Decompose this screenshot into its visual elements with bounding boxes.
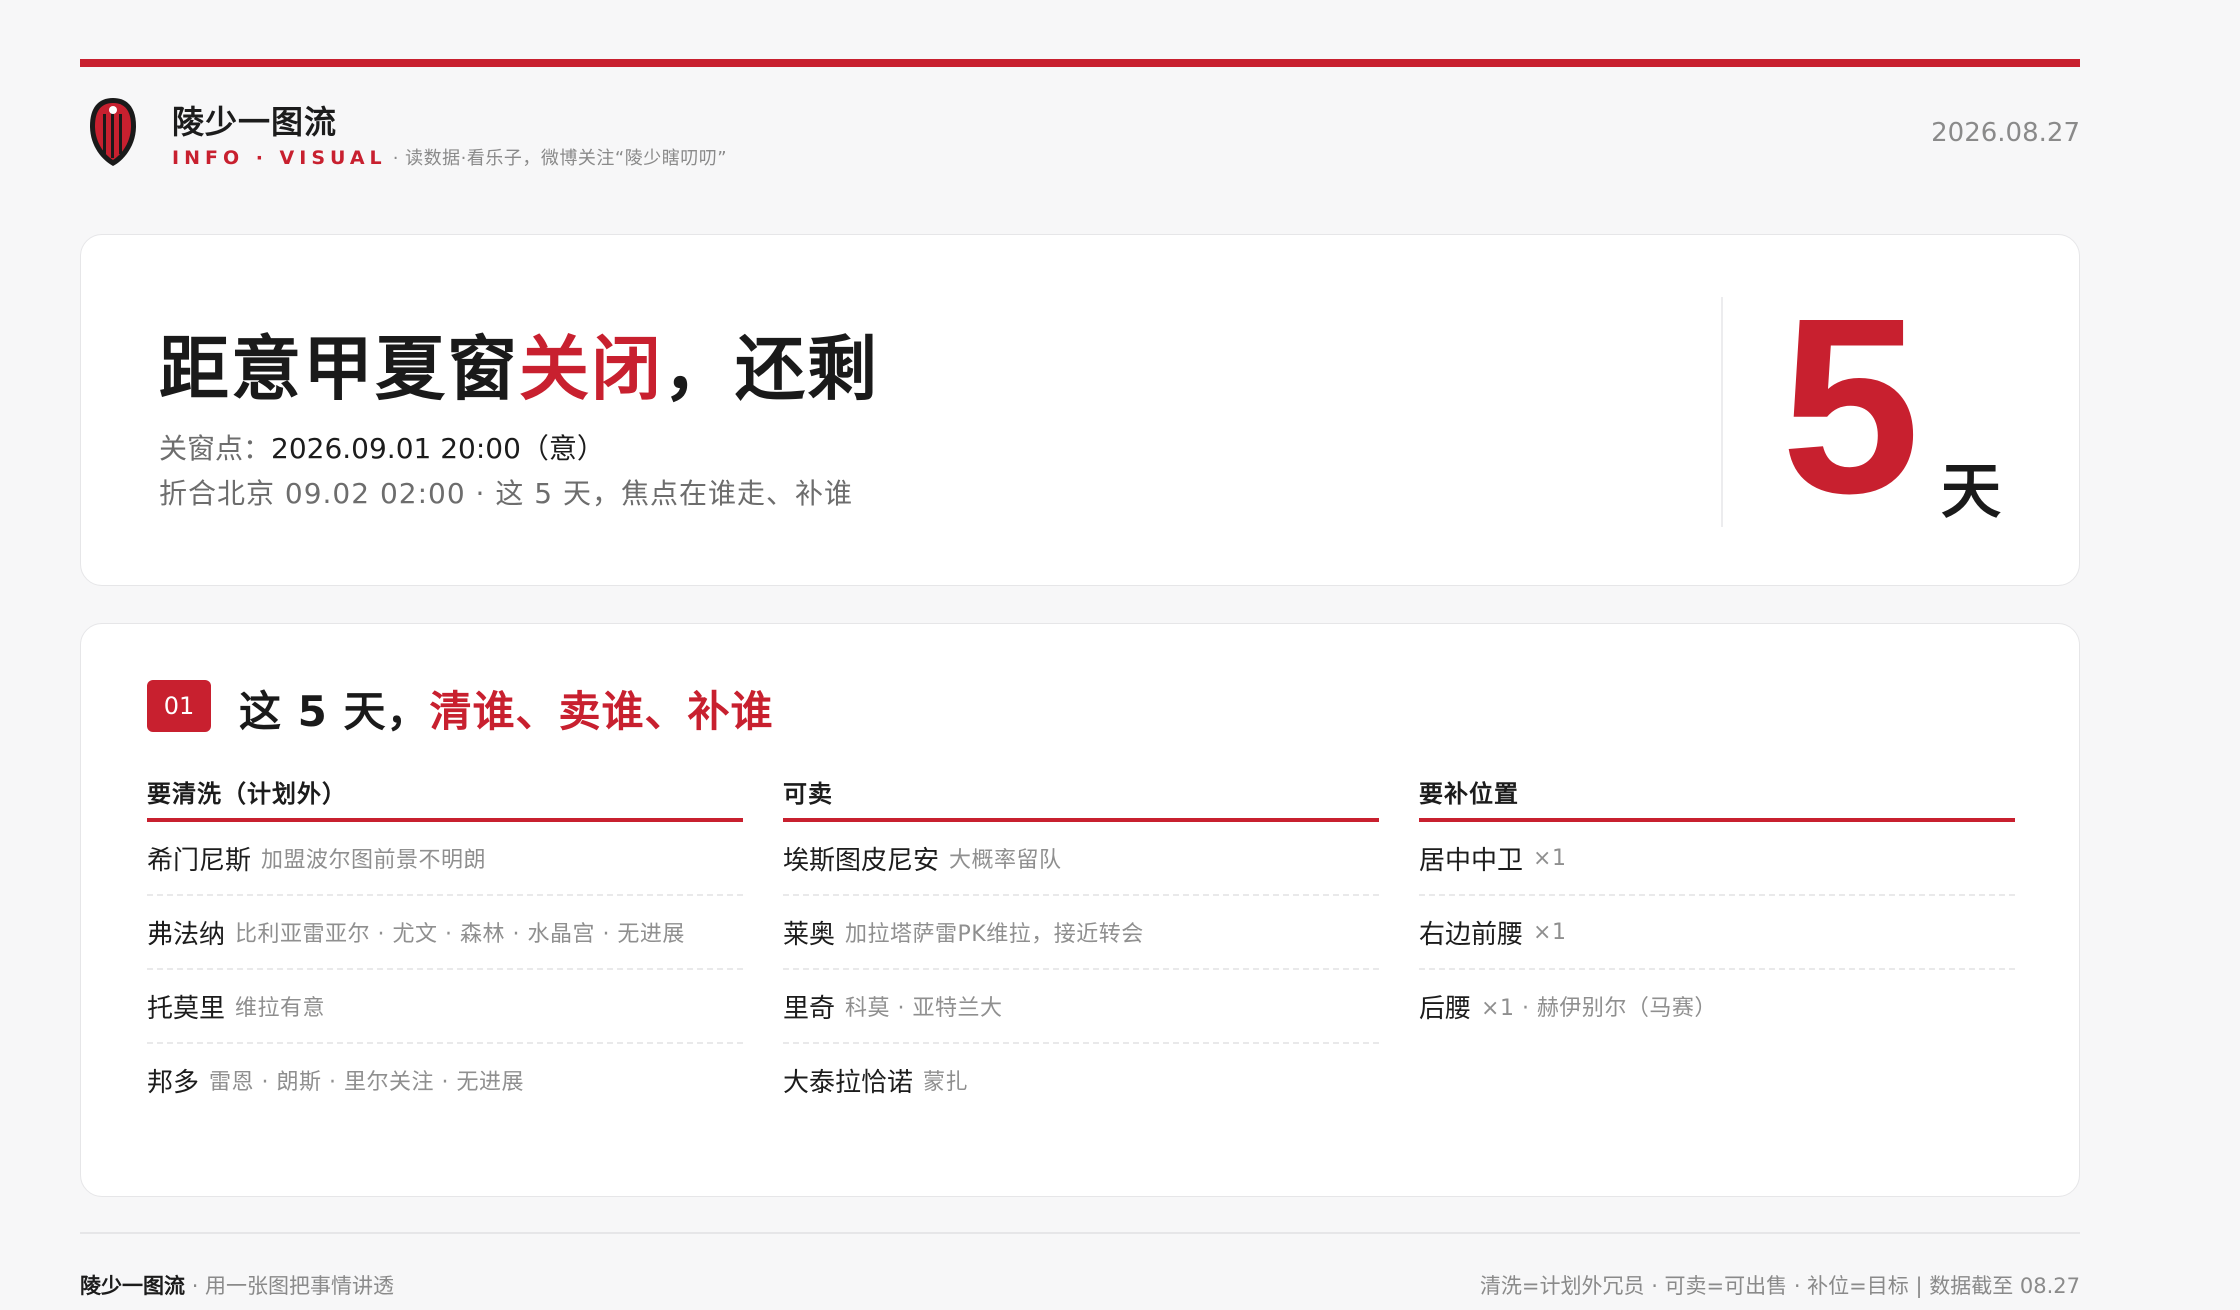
position-name: 后腰 <box>1419 993 1472 1024</box>
player-note: 科莫 · 亚特兰大 <box>845 996 1003 1021</box>
column-header: 要补位置 <box>1419 780 1519 808</box>
player-note: 比利亚雷亚尔 · 尤文 · 森林 · 水晶宫 · 无进展 <box>235 922 685 947</box>
section-title: 这 5 天，清谁、卖谁、补谁 <box>239 678 773 739</box>
list-item: 托莫里 维拉有意 <box>147 970 743 1044</box>
brand-description: · 读数据·看乐子，微博关注“陵少瞎叨叨” <box>392 148 728 169</box>
player-name: 弗法纳 <box>147 919 226 950</box>
section-title-prefix: 这 5 天， <box>239 687 430 736</box>
list-item: 希门尼斯 加盟波尔图前景不明朗 <box>147 822 743 896</box>
list-item: 居中中卫 ×1 <box>1419 822 2015 896</box>
position-name: 右边前腰 <box>1419 919 1524 950</box>
days-remaining-number: 5 <box>1781 266 1921 545</box>
close-time-line: 关窗点：2026.09.01 20:00（意） <box>159 427 605 467</box>
section-number-badge: 01 <box>147 680 211 732</box>
player-note: 蒙扎 <box>923 1070 969 1095</box>
transfer-plan-card: 01 这 5 天，清谁、卖谁、补谁 要清洗（计划外） 希门尼斯 加盟波尔图前景不明… <box>80 623 2080 1197</box>
list-item: 右边前腰 ×1 <box>1419 896 2015 970</box>
hero-title-highlight: 关闭 <box>519 328 663 410</box>
player-name: 大泰拉恰诺 <box>783 1067 914 1098</box>
list-item: 里奇 科莫 · 亚特兰大 <box>783 970 1379 1044</box>
list-item: 莱奥 加拉塔萨雷PK维拉，接近转会 <box>783 896 1379 970</box>
position-name: 居中中卫 <box>1419 845 1524 876</box>
days-unit: 天 <box>1941 457 2001 527</box>
column-for-sale: 可卖 埃斯图皮尼安 大概率留队 莱奥 加拉塔萨雷PK维拉，接近转会 里奇 科莫 · 亚… <box>783 774 1379 1116</box>
column-header: 可卖 <box>783 780 833 808</box>
position-note: ×1 <box>1533 919 1567 945</box>
hero-title-prefix: 距意甲夏窗 <box>159 328 519 410</box>
brand-tagline: INFO · VISUAL · 读数据·看乐子，微博关注“陵少瞎叨叨” <box>172 144 727 170</box>
hero-title: 距意甲夏窗关闭，还剩 <box>159 313 879 414</box>
close-time-value: 2026.09.01 20:00（意） <box>271 432 605 465</box>
player-note: 大概率留队 <box>949 848 1062 873</box>
player-note: 加盟波尔图前景不明朗 <box>261 848 487 873</box>
player-name: 莱奥 <box>783 919 836 950</box>
player-name: 埃斯图皮尼安 <box>783 845 940 876</box>
hero-title-suffix: ，还剩 <box>663 328 879 410</box>
list-item: 埃斯图皮尼安 大概率留队 <box>783 822 1379 896</box>
section-title-highlight: 清谁、卖谁、补谁 <box>429 687 774 736</box>
beijing-time-line: 折合北京 09.02 02:00 · 这 5 天，焦点在谁走、补谁 <box>159 477 853 510</box>
footer-brand-name: 陵少一图流 <box>80 1274 185 1298</box>
brand-tag: INFO · VISUAL <box>172 147 387 169</box>
footer-slogan: · 用一张图把事情讲透 <box>191 1274 395 1298</box>
player-name: 邦多 <box>147 1067 200 1098</box>
vertical-divider <box>1721 297 1723 527</box>
player-note: 加拉塔萨雷PK维拉，接近转会 <box>845 922 1144 947</box>
column-clear-out: 要清洗（计划外） 希门尼斯 加盟波尔图前景不明朗 弗法纳 比利亚雷亚尔 · 尤文 ·… <box>147 774 743 1116</box>
list-item: 弗法纳 比利亚雷亚尔 · 尤文 · 森林 · 水晶宫 · 无进展 <box>147 896 743 970</box>
player-name: 里奇 <box>783 993 836 1024</box>
player-note: 雷恩 · 朗斯 · 里尔关注 · 无进展 <box>209 1070 524 1095</box>
top-accent-bar <box>80 59 2080 67</box>
list-item: 大泰拉恰诺 蒙扎 <box>783 1044 1379 1116</box>
close-time-label: 关窗点： <box>159 432 272 465</box>
footer-legend: 清洗=计划外冗员 · 可卖=可出售 · 补位=目标 | 数据截至 08.27 <box>1479 1274 2080 1298</box>
player-name: 希门尼斯 <box>147 845 252 876</box>
brand-title: 陵少一图流 <box>172 103 338 141</box>
position-note: ×1 <box>1533 845 1567 871</box>
column-positions-needed: 要补位置 居中中卫 ×1 右边前腰 ×1 后腰 ×1 · 赫伊别尔（马赛） <box>1419 774 2015 1042</box>
list-item: 邦多 雷恩 · 朗斯 · 里尔关注 · 无进展 <box>147 1044 743 1116</box>
footer-divider <box>80 1232 2080 1234</box>
countdown-card: 距意甲夏窗关闭，还剩 关窗点：2026.09.01 20:00（意） 折合北京 … <box>80 234 2080 586</box>
list-item: 后腰 ×1 · 赫伊别尔（马赛） <box>1419 970 2015 1042</box>
ac-milan-crest-icon <box>88 96 138 168</box>
player-name: 托莫里 <box>147 993 226 1024</box>
player-note: 维拉有意 <box>235 996 326 1021</box>
position-note: ×1 · 赫伊别尔（马赛） <box>1481 996 1717 1021</box>
footer-brand: 陵少一图流 · 用一张图把事情讲透 <box>80 1270 394 1300</box>
issue-date: 2026.08.27 <box>1931 118 2080 148</box>
column-header: 要清洗（计划外） <box>147 780 347 808</box>
